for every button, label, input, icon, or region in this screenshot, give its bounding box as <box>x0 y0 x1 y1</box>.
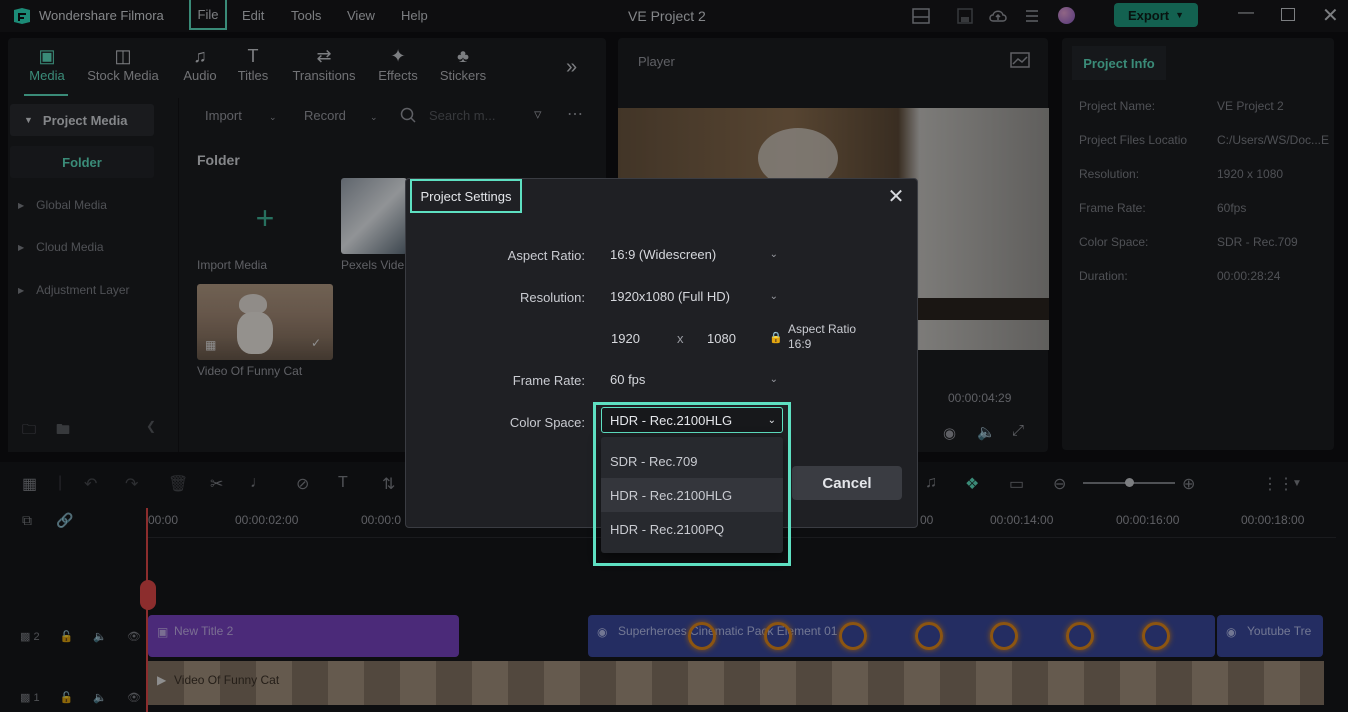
lock-icon[interactable]: 🔒 <box>769 331 783 344</box>
resolution-label: Resolution: <box>519 290 585 305</box>
frame-rate-label: Frame Rate: <box>512 373 585 388</box>
cancel-button[interactable]: Cancel <box>792 466 902 500</box>
dimension-separator: x <box>677 331 684 346</box>
close-icon[interactable]: ✕ <box>884 184 908 208</box>
chevron-down-icon: ⌄ <box>769 373 778 385</box>
width-input[interactable]: 1920 <box>611 331 640 346</box>
resolution-select[interactable]: 1920x1080 (Full HD) ⌄ <box>604 284 782 308</box>
aspect-ratio-lock-label: Aspect Ratio 16:9 <box>788 322 857 351</box>
dialog-title: Project Settings <box>410 179 522 213</box>
frame-rate-value: 60 fps <box>610 371 646 387</box>
chevron-down-icon: ⌄ <box>769 290 778 302</box>
aspect-ratio-label: Aspect Ratio: <box>507 248 585 263</box>
resolution-value: 1920x1080 (Full HD) <box>610 288 730 304</box>
aspect-ratio-value: 16:9 (Widescreen) <box>610 246 717 262</box>
chevron-down-icon: ⌄ <box>769 248 778 260</box>
color-space-highlight-box <box>593 402 791 566</box>
height-input[interactable]: 1080 <box>707 331 736 346</box>
aspect-ratio-select[interactable]: 16:9 (Widescreen) ⌄ <box>604 242 782 266</box>
frame-rate-select[interactable]: 60 fps ⌄ <box>604 367 782 391</box>
color-space-label: Color Space: <box>509 415 585 430</box>
cancel-label: Cancel <box>822 474 872 492</box>
